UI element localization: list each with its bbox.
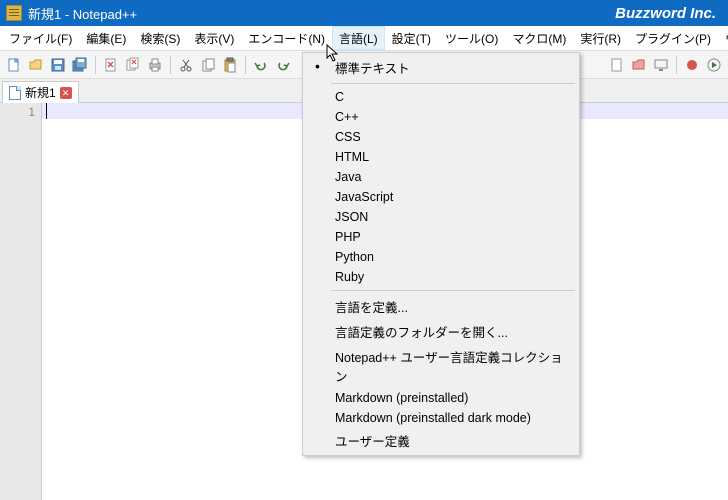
toolbar-close-icon[interactable] (101, 55, 121, 75)
toolbar-undo-icon[interactable] (251, 55, 271, 75)
toolbar-separator (170, 56, 171, 74)
toolbar-folder-icon[interactable] (629, 55, 649, 75)
toolbar-copy-icon[interactable] (198, 55, 218, 75)
tab-label: 新規1 (25, 84, 56, 101)
menu-search[interactable]: 検索(S) (133, 26, 187, 50)
dropdown-item-python[interactable]: Python (303, 247, 579, 267)
toolbar-separator (245, 56, 246, 74)
toolbar-new-icon[interactable] (4, 55, 24, 75)
toolbar-separator (676, 56, 677, 74)
dropdown-item-open-udl-folder[interactable]: 言語定義のフォルダーを開く... (303, 319, 579, 344)
toolbar-print-icon[interactable] (145, 55, 165, 75)
dropdown-item-c[interactable]: C (303, 87, 579, 107)
menu-plugin[interactable]: プラグイン(P) (628, 26, 718, 50)
dropdown-item-udl-collection[interactable]: Notepad++ ユーザー言語定義コレクション (303, 344, 579, 388)
dropdown-item-json[interactable]: JSON (303, 207, 579, 227)
language-dropdown: 標準テキスト C C++ CSS HTML Java JavaScript JS… (302, 52, 580, 456)
menu-window[interactable]: ウィンドウ管理(W) (718, 26, 728, 50)
menubar: ファイル(F) 編集(E) 検索(S) 表示(V) エンコード(N) 言語(L)… (0, 26, 728, 51)
menu-view[interactable]: 表示(V) (187, 26, 241, 50)
app-icon (6, 5, 22, 21)
menu-run[interactable]: 実行(R) (573, 26, 628, 50)
toolbar-redo-icon[interactable] (273, 55, 293, 75)
file-icon (9, 86, 21, 100)
toolbar-play-icon[interactable] (704, 55, 724, 75)
menu-file[interactable]: ファイル(F) (2, 26, 79, 50)
dropdown-item-define-language[interactable]: 言語を定義... (303, 294, 579, 319)
dropdown-item-markdown-preinstalled[interactable]: Markdown (preinstalled) (303, 388, 579, 408)
dropdown-item-php[interactable]: PHP (303, 227, 579, 247)
toolbar-record-icon[interactable] (682, 55, 702, 75)
dropdown-item-normal-text[interactable]: 標準テキスト (303, 55, 579, 80)
toolbar-open-icon[interactable] (26, 55, 46, 75)
line-number: 1 (6, 105, 35, 119)
menu-macro[interactable]: マクロ(M) (505, 26, 573, 50)
toolbar-monitor-icon[interactable] (651, 55, 671, 75)
titlebar: 新規1 - Notepad++ Buzzword Inc. (0, 0, 728, 26)
line-gutter: 1 (0, 103, 42, 500)
dropdown-separator (331, 290, 575, 291)
toolbar-cut-icon[interactable] (176, 55, 196, 75)
tab-close-icon[interactable]: ✕ (60, 87, 72, 99)
toolbar-separator (95, 56, 96, 74)
menu-edit[interactable]: 編集(E) (79, 26, 133, 50)
dropdown-item-java[interactable]: Java (303, 167, 579, 187)
dropdown-item-cpp[interactable]: C++ (303, 107, 579, 127)
dropdown-item-css[interactable]: CSS (303, 127, 579, 147)
tab-active[interactable]: 新規1 ✕ (2, 81, 79, 103)
dropdown-item-html[interactable]: HTML (303, 147, 579, 167)
toolbar-closeall-icon[interactable] (123, 55, 143, 75)
toolbar-save-icon[interactable] (48, 55, 68, 75)
menu-language[interactable]: 言語(L) (332, 26, 385, 50)
window-title: 新規1 - Notepad++ (28, 4, 137, 23)
dropdown-item-markdown-dark[interactable]: Markdown (preinstalled dark mode) (303, 408, 579, 428)
text-caret (46, 103, 47, 119)
toolbar-doc-icon[interactable] (607, 55, 627, 75)
menu-settings[interactable]: 設定(T) (385, 26, 438, 50)
brand-label: Buzzword Inc. (615, 5, 716, 22)
dropdown-item-javascript[interactable]: JavaScript (303, 187, 579, 207)
dropdown-item-ruby[interactable]: Ruby (303, 267, 579, 287)
dropdown-separator (331, 83, 575, 84)
toolbar-saveall-icon[interactable] (70, 55, 90, 75)
menu-tools[interactable]: ツール(O) (438, 26, 505, 50)
menu-encoding[interactable]: エンコード(N) (241, 26, 332, 50)
toolbar-paste-icon[interactable] (220, 55, 240, 75)
dropdown-item-user-defined[interactable]: ユーザー定義 (303, 428, 579, 453)
